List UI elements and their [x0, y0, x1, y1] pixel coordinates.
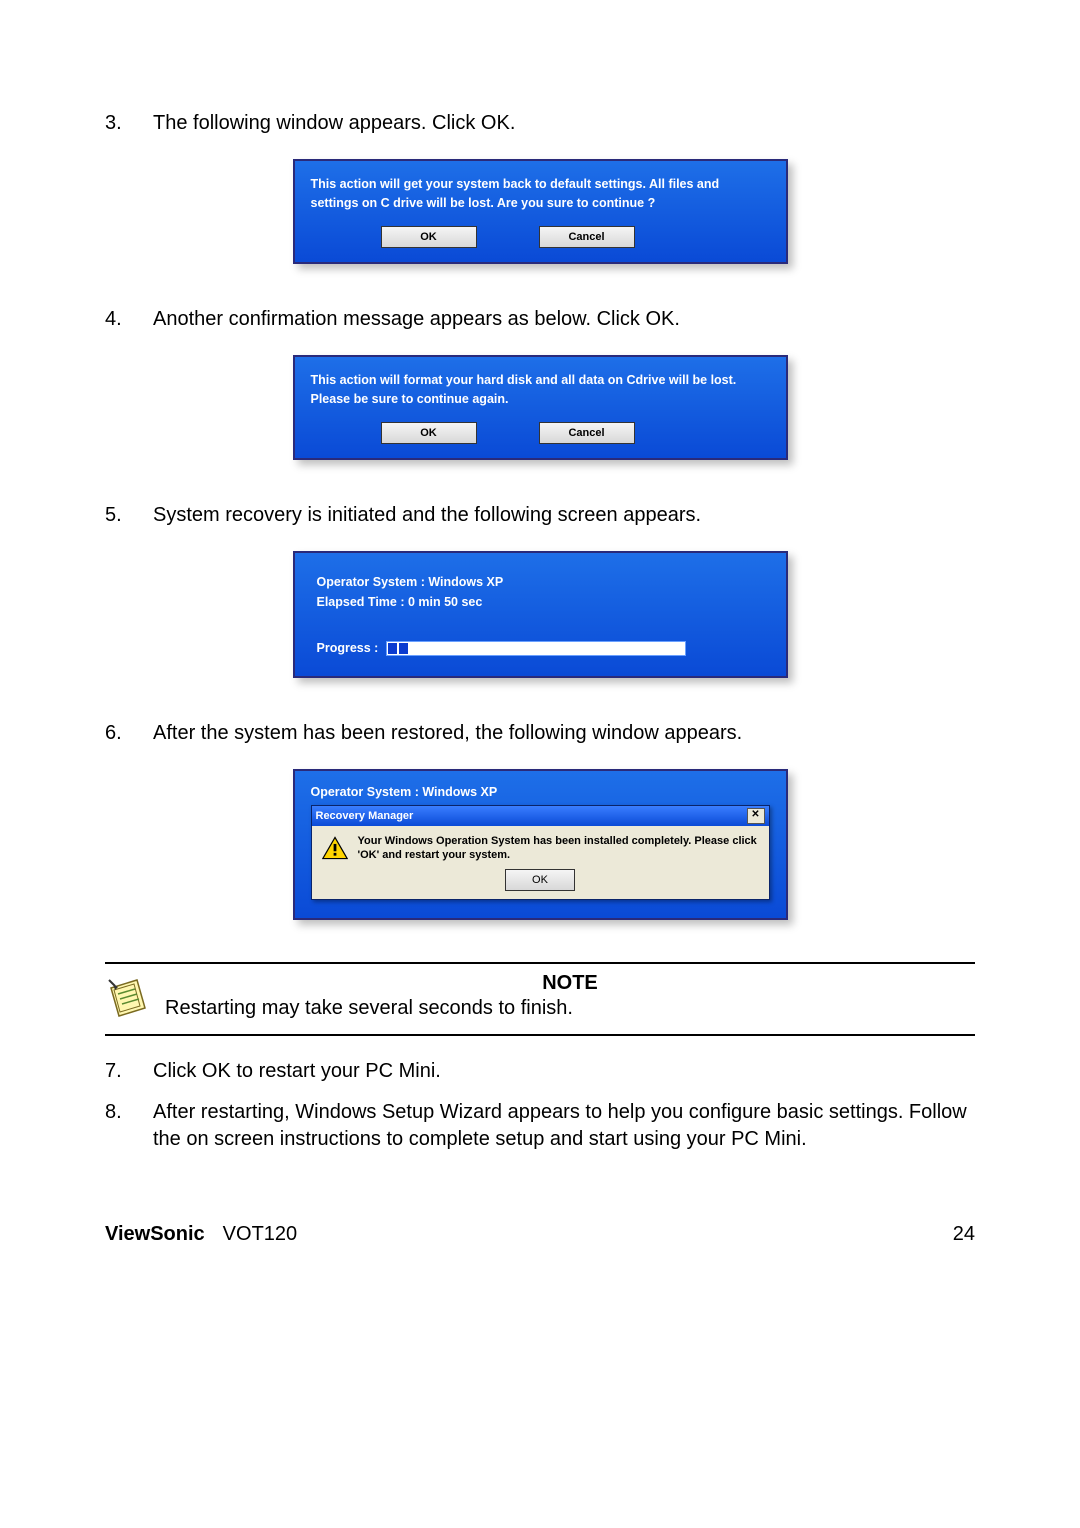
- close-icon[interactable]: ✕: [747, 808, 765, 824]
- step-3: 3. The following window appears. Click O…: [105, 110, 975, 137]
- step-number: 7.: [105, 1058, 153, 1085]
- dialog-body-text: Your Windows Operation System has been i…: [358, 834, 759, 864]
- step-text: Click OK to restart your PC Mini.: [153, 1058, 975, 1085]
- step-4: 4. Another confirmation message appears …: [105, 306, 975, 333]
- progress-chunk: [399, 643, 408, 654]
- step-8: 8. After restarting, Windows Setup Wizar…: [105, 1099, 975, 1153]
- page-number: 24: [953, 1223, 975, 1246]
- dialog1-buttons: OK Cancel: [311, 226, 770, 248]
- dialog1-message: This action will get your system back to…: [311, 175, 770, 214]
- completed-panel: Operator System : Windows XP Recovery Ma…: [293, 769, 788, 921]
- confirm-dialog-1: This action will get your system back to…: [293, 159, 788, 264]
- completed-wrap: Operator System : Windows XP Recovery Ma…: [105, 769, 975, 921]
- step-5: 5. System recovery is initiated and the …: [105, 502, 975, 529]
- footer: ViewSonic VOT120 24: [105, 1223, 975, 1246]
- step-7: 7. Click OK to restart your PC Mini.: [105, 1058, 975, 1085]
- progress-panel: Operator System : Windows XP Elapsed Tim…: [293, 551, 788, 678]
- dialog-ok-row: OK: [312, 869, 769, 899]
- step-text: The following window appears. Click OK.: [153, 110, 975, 137]
- dialog-body: Your Windows Operation System has been i…: [312, 826, 769, 870]
- dialog2-message: This action will format your hard disk a…: [311, 371, 770, 410]
- confirm-dialog-2: This action will format your hard disk a…: [293, 355, 788, 460]
- progress-bar: [386, 641, 686, 656]
- step-number: 5.: [105, 502, 153, 529]
- dialog2-cancel-button[interactable]: Cancel: [539, 422, 635, 444]
- footer-left: ViewSonic VOT120: [105, 1223, 297, 1246]
- step-text: After the system has been restored, the …: [153, 720, 975, 747]
- dialog1-ok-button[interactable]: OK: [381, 226, 477, 248]
- recovery-manager-dialog: Recovery Manager ✕ Your Windows Operatio…: [311, 805, 770, 901]
- progress-wrap: Operator System : Windows XP Elapsed Tim…: [105, 551, 975, 678]
- dialog2-buttons: OK Cancel: [311, 422, 770, 444]
- step-text: System recovery is initiated and the fol…: [153, 502, 975, 529]
- step-number: 4.: [105, 306, 153, 333]
- dialog2-wrap: This action will format your hard disk a…: [105, 355, 975, 460]
- note-content: NOTE Restarting may take several seconds…: [165, 972, 975, 1020]
- note-title: NOTE: [165, 972, 975, 995]
- dialog2-ok-button[interactable]: OK: [381, 422, 477, 444]
- step-text: After restarting, Windows Setup Wizard a…: [153, 1099, 975, 1153]
- step-text: Another confirmation message appears as …: [153, 306, 975, 333]
- os-line-2: Operator System : Windows XP: [311, 785, 770, 799]
- footer-brand: ViewSonic: [105, 1223, 205, 1246]
- footer-model: VOT120: [223, 1223, 297, 1246]
- step-number: 3.: [105, 110, 153, 137]
- elapsed-time-line: Elapsed Time : 0 min 50 sec: [317, 595, 764, 609]
- note-text: Restarting may take several seconds to f…: [165, 997, 975, 1020]
- step-number: 8.: [105, 1099, 153, 1153]
- step-number: 6.: [105, 720, 153, 747]
- progress-row: Progress :: [317, 641, 764, 656]
- dialog1-wrap: This action will get your system back to…: [105, 159, 975, 264]
- note-icon: [105, 974, 153, 1022]
- dialog1-cancel-button[interactable]: Cancel: [539, 226, 635, 248]
- dialog-title: Recovery Manager: [316, 810, 414, 822]
- os-line: Operator System : Windows XP: [317, 575, 764, 589]
- progress-chunk: [388, 643, 397, 654]
- progress-label: Progress :: [317, 641, 379, 655]
- note-block: NOTE Restarting may take several seconds…: [105, 962, 975, 1036]
- step-6: 6. After the system has been restored, t…: [105, 720, 975, 747]
- dialog-titlebar: Recovery Manager ✕: [312, 806, 769, 826]
- completed-ok-button[interactable]: OK: [505, 869, 575, 891]
- warning-icon: [322, 836, 348, 860]
